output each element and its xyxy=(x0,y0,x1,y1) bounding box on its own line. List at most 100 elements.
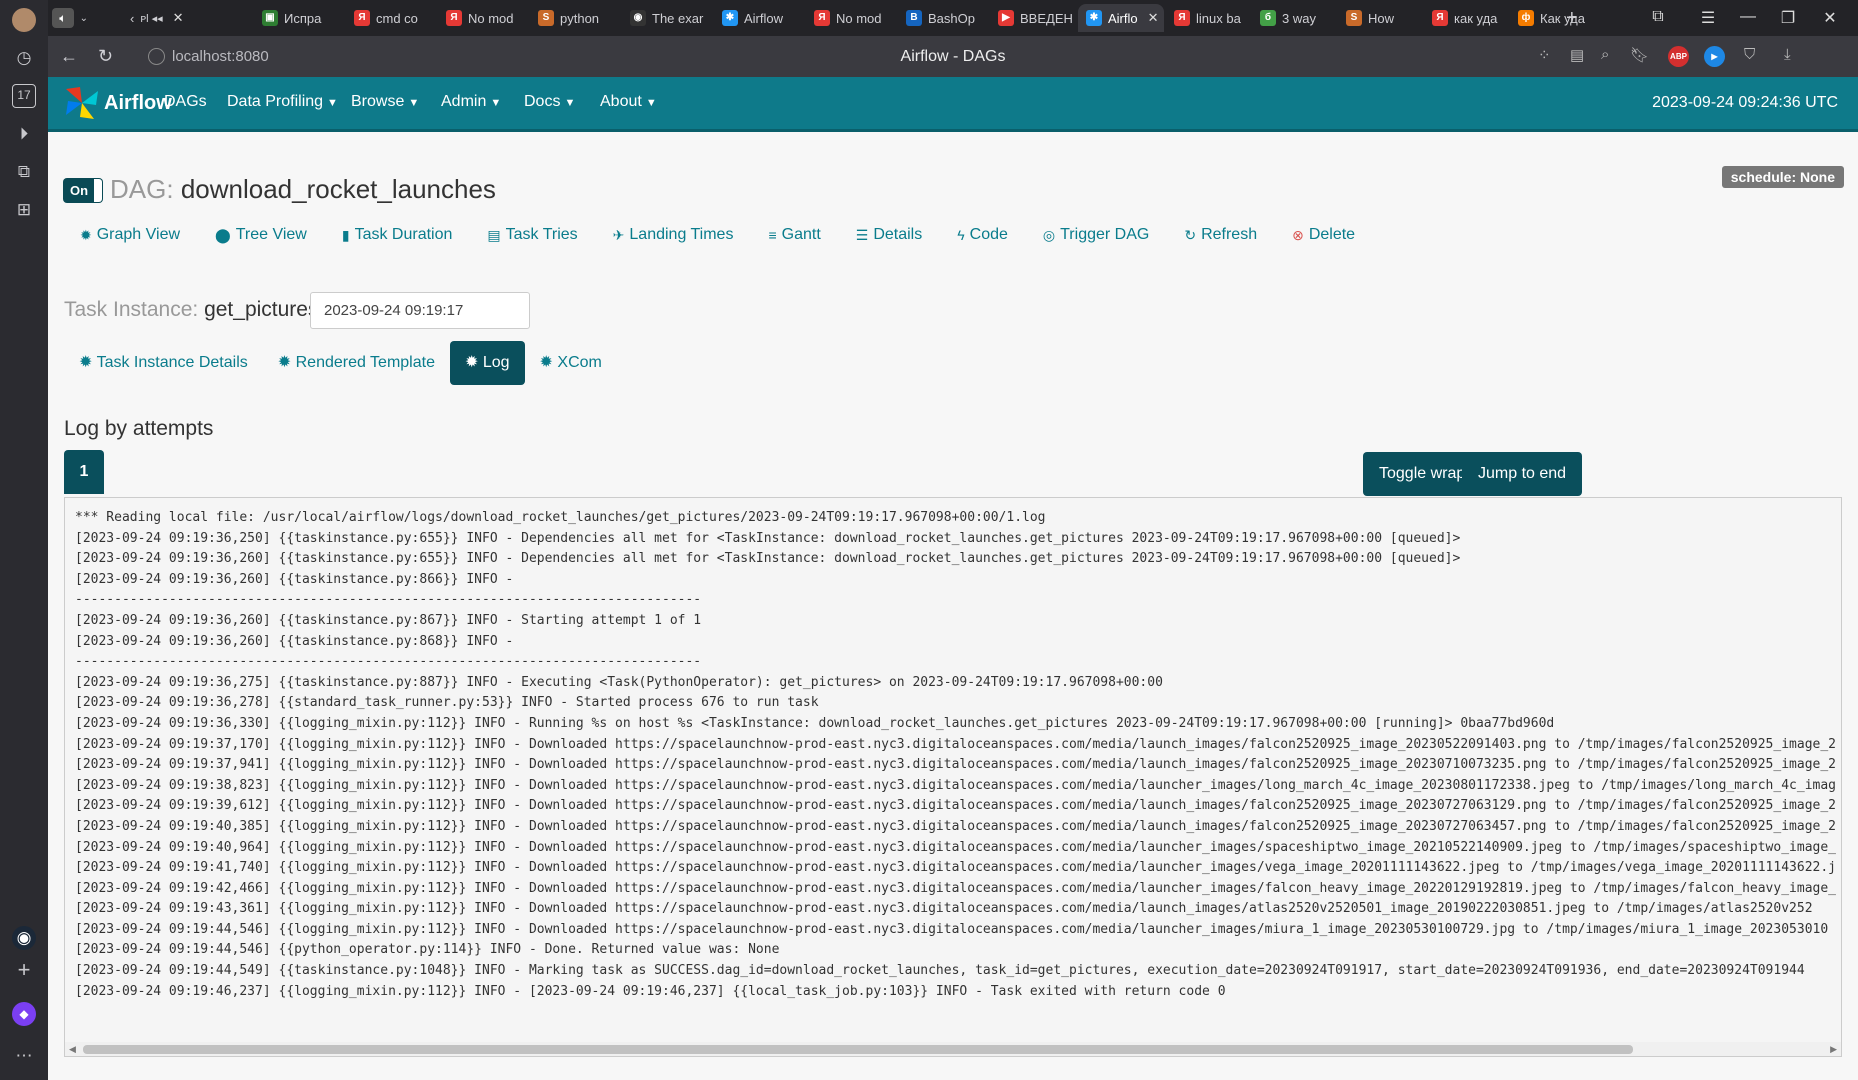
asterisk-icon: ✹ xyxy=(277,354,296,371)
airflow-logo[interactable]: Airflow xyxy=(64,85,172,121)
log-line: ----------------------------------------… xyxy=(75,592,702,608)
menu-browse[interactable]: Browse ▼ xyxy=(351,93,419,111)
menu-docs[interactable]: Docs ▼ xyxy=(524,93,575,111)
new-tab-button[interactable]: + xyxy=(1558,4,1582,32)
extensions-icon[interactable]: ⁘ xyxy=(1538,46,1551,64)
browser-tab[interactable]: S How xyxy=(1338,4,1422,32)
dag-link-refresh[interactable]: ↻ Refresh xyxy=(1184,226,1257,244)
browser-tab[interactable]: ▶ ВВЕДЕН xyxy=(990,4,1076,32)
ti-tab-xcom[interactable]: ✹ XCom xyxy=(525,341,617,385)
dag-link-label: Task Tries xyxy=(505,226,578,243)
scroll-left-icon[interactable]: ◀ xyxy=(69,1042,76,1056)
menu-icon[interactable]: ☰ xyxy=(1698,8,1718,28)
chevron-down-icon[interactable]: ⌄ xyxy=(80,13,88,24)
address-field[interactable]: localhost:8080 xyxy=(144,44,284,69)
wallet-icon[interactable]: ⛉ xyxy=(1744,46,1755,63)
attempt-tab-1[interactable]: 1 xyxy=(64,450,104,494)
menu-admin[interactable]: Admin ▼ xyxy=(441,93,501,111)
media-extension-icon[interactable]: ▶ xyxy=(1704,46,1725,67)
jump-to-end-button[interactable]: Jump to end xyxy=(1462,452,1583,496)
menu-data-profiling[interactable]: Data Profiling ▼ xyxy=(227,93,338,111)
dag-link-task-tries[interactable]: ▤ Task Tries xyxy=(487,226,577,244)
scroll-right-icon[interactable]: ▶ xyxy=(1830,1042,1837,1056)
speaker-icon[interactable]: 🔈︎ xyxy=(52,8,74,28)
browser-tab[interactable]: ▣ Испра xyxy=(254,4,344,32)
log-line: [2023-09-24 09:19:36,260] {{taskinstance… xyxy=(75,612,702,628)
schedule-badge: schedule: None xyxy=(1721,166,1844,188)
dag-on-toggle[interactable]: On xyxy=(64,179,102,202)
tab-favicon-icon: Я xyxy=(354,10,370,26)
ti-tab-rendered-template[interactable]: ✹ Rendered Template xyxy=(263,341,450,385)
dag-link-details[interactable]: ☰ Details xyxy=(856,226,922,244)
menu-about[interactable]: About ▼ xyxy=(600,93,657,111)
horizontal-scrollbar[interactable]: ◀ ▶ xyxy=(65,1042,1841,1056)
history-icon[interactable]: ◷ xyxy=(12,46,36,70)
dag-link-landing-times[interactable]: ✈ Landing Times xyxy=(613,226,734,244)
add-panel-icon[interactable]: + xyxy=(12,958,36,982)
assistant-icon[interactable]: ◆ xyxy=(12,1002,36,1026)
chevron-down-icon: ▼ xyxy=(490,97,502,109)
window-close-icon[interactable]: ✕ xyxy=(1820,8,1840,28)
play-icon[interactable]: ⏵ xyxy=(12,122,36,146)
browser-tab[interactable]: ◉ The exar xyxy=(622,4,712,32)
ti-tab-label: XCom xyxy=(557,354,602,371)
tab-media[interactable]: ‹ ᴘl ◂◂ ✕ xyxy=(122,4,242,32)
more-icon[interactable]: ⋯ xyxy=(12,1044,36,1068)
tab-label: 3 way xyxy=(1282,10,1316,26)
ti-tab-log[interactable]: ✹ Log xyxy=(449,341,525,385)
browser-tab[interactable]: ✱ Airflow xyxy=(714,4,804,32)
tab-close-icon[interactable]: ✕ xyxy=(1148,10,1159,26)
browser-tab[interactable]: б 3 way xyxy=(1252,4,1336,32)
back-icon[interactable]: ‹ xyxy=(130,11,134,26)
browser-tab[interactable]: Я No mod xyxy=(438,4,528,32)
browser-tab[interactable]: ✱ Airflo ✕ xyxy=(1078,4,1164,32)
browser-tab[interactable]: Яcmd co xyxy=(346,4,436,32)
profile-avatar[interactable] xyxy=(12,8,36,32)
browser-tab[interactable]: Якак уда xyxy=(1424,4,1508,32)
restore-icon[interactable]: ❐ xyxy=(1778,8,1798,28)
log-line: [2023-09-24 09:19:37,170] {{logging_mixi… xyxy=(75,736,1836,752)
calendar-icon[interactable]: 17 xyxy=(12,84,36,108)
dag-link-delete[interactable]: ⊗ Delete xyxy=(1292,226,1355,244)
tab-label: linux ba xyxy=(1196,10,1241,26)
reload-icon[interactable]: ↻ xyxy=(98,46,113,66)
dag-link-code[interactable]: ϟ Code xyxy=(957,226,1008,244)
close-icon[interactable]: ✕ xyxy=(173,10,184,26)
dag-link-label: Code xyxy=(969,226,1008,243)
dag-link-graph-view[interactable]: ✹ Graph View xyxy=(80,226,180,244)
tab-manager-icon[interactable]: ⧉ xyxy=(1648,8,1668,26)
log-line: [2023-09-24 09:19:44,546] {{python_opera… xyxy=(75,942,780,958)
steam-icon[interactable]: ◉ xyxy=(12,926,36,950)
browser-tab[interactable]: B BashOp xyxy=(898,4,988,32)
bookmark-icon[interactable]: 🔖︎ xyxy=(1630,46,1649,64)
scrollbar-thumb[interactable] xyxy=(83,1045,1633,1054)
tab-audio-controls[interactable]: 🔈︎ ⌄ xyxy=(48,4,92,32)
back-arrow-icon[interactable]: ← xyxy=(60,46,78,66)
adblock-icon[interactable]: ABP xyxy=(1668,46,1689,67)
screenshot-icon[interactable]: ⧉ xyxy=(12,160,36,184)
ti-tab-task-instance-details[interactable]: ✹ Task Instance Details xyxy=(64,341,263,385)
download-icon[interactable]: ⤓ xyxy=(1784,46,1791,63)
main-content: On DAG: download_rocket_launches schedul… xyxy=(48,132,1858,1080)
chevron-down-icon: ▼ xyxy=(645,97,657,109)
menu-dags[interactable]: DAGs xyxy=(164,93,207,111)
dag-link-task-duration[interactable]: ▮ Task Duration xyxy=(342,226,453,244)
reader-icon[interactable]: ▤ xyxy=(1570,46,1584,64)
browser-tab[interactable]: Spython xyxy=(530,4,620,32)
log-line: [2023-09-24 09:19:37,941] {{logging_mixi… xyxy=(75,757,1836,773)
minimize-icon[interactable]: — xyxy=(1738,8,1758,26)
dag-link-tree-view[interactable]: ⬤ Tree View xyxy=(215,226,307,244)
browser-tab[interactable]: Я No mod xyxy=(806,4,896,32)
code-icon: ϟ xyxy=(957,227,965,243)
tab-favicon-icon: ✱ xyxy=(722,10,738,26)
browser-tab[interactable]: Яlinux ba xyxy=(1166,4,1250,32)
dag-link-gantt[interactable]: ≡ Gantt xyxy=(768,226,820,244)
dag-link-label: Trigger DAG xyxy=(1060,226,1150,243)
dag-link-trigger-dag[interactable]: ◎ Trigger DAG xyxy=(1043,226,1149,244)
log-output[interactable]: *** Reading local file: /usr/local/airfl… xyxy=(64,497,1842,1057)
lens-icon[interactable]: ⌕ xyxy=(1601,46,1609,63)
execution-date-input[interactable] xyxy=(310,292,530,329)
site-info-icon[interactable] xyxy=(148,48,165,65)
log-line: [2023-09-24 09:19:44,546] {{logging_mixi… xyxy=(75,921,1829,937)
apps-grid-icon[interactable]: ⊞ xyxy=(12,198,36,222)
